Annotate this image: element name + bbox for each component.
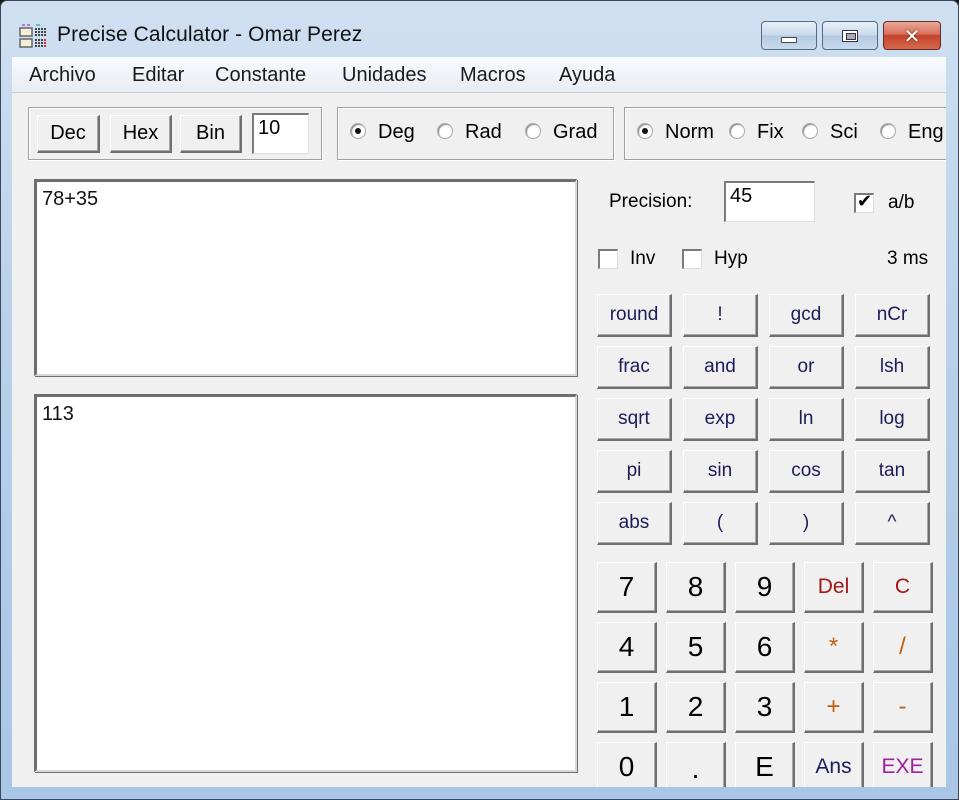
add-button[interactable]: +	[804, 682, 864, 733]
title-bar[interactable]: Precise Calculator - Omar Perez ✕	[1, 1, 958, 57]
expression-input[interactable]: 78+35	[34, 179, 577, 376]
radix-input[interactable]: 10	[252, 113, 309, 154]
exponent-button[interactable]: E	[735, 742, 795, 787]
open-paren-button[interactable]: (	[683, 502, 758, 545]
digit-0-button[interactable]: 0	[597, 742, 657, 787]
dec-button[interactable]: Dec	[37, 115, 100, 153]
checkmark-icon: ✔	[857, 191, 873, 212]
digit-6-button[interactable]: 6	[735, 622, 795, 673]
result-output[interactable]: 113	[34, 394, 577, 772]
tan-button[interactable]: tan	[855, 450, 930, 493]
calculator-app-icon	[19, 24, 46, 48]
round-button[interactable]: round	[597, 294, 672, 337]
multiply-button[interactable]: *	[804, 622, 864, 673]
divide-button[interactable]: /	[873, 622, 933, 673]
minimize-button[interactable]	[761, 21, 817, 50]
rad-label[interactable]: Rad	[465, 121, 502, 144]
grad-radio[interactable]	[525, 123, 541, 139]
digit-8-button[interactable]: 8	[666, 562, 726, 613]
rad-radio[interactable]	[437, 123, 453, 139]
digit-9-button[interactable]: 9	[735, 562, 795, 613]
norm-radio[interactable]	[637, 123, 653, 139]
sqrt-button[interactable]: sqrt	[597, 398, 672, 441]
client-area: Archivo Editar Constante Unidades Macros…	[12, 57, 946, 787]
hex-button[interactable]: Hex	[110, 115, 172, 153]
menu-bar: Archivo Editar Constante Unidades Macros…	[12, 57, 946, 93]
and-button[interactable]: and	[683, 346, 758, 389]
fix-label[interactable]: Fix	[757, 121, 784, 144]
log-button[interactable]: log	[855, 398, 930, 441]
close-button[interactable]: ✕	[883, 21, 941, 50]
menu-editar[interactable]: Editar	[132, 64, 184, 87]
precision-label: Precision:	[609, 191, 693, 212]
abs-button[interactable]: abs	[597, 502, 672, 545]
norm-label[interactable]: Norm	[665, 121, 714, 144]
deg-label[interactable]: Deg	[378, 121, 415, 144]
factorial-button[interactable]: !	[683, 294, 758, 337]
ln-button[interactable]: ln	[769, 398, 844, 441]
sci-radio[interactable]	[802, 123, 818, 139]
eng-radio[interactable]	[880, 123, 896, 139]
ans-button[interactable]: Ans	[804, 742, 864, 787]
bin-button[interactable]: Bin	[180, 115, 242, 153]
clear-button[interactable]: C	[873, 562, 933, 613]
ncr-button[interactable]: nCr	[855, 294, 930, 337]
gcd-button[interactable]: gcd	[769, 294, 844, 337]
app-window: Precise Calculator - Omar Perez ✕ Archiv…	[0, 0, 959, 800]
pi-button[interactable]: pi	[597, 450, 672, 493]
hyp-checkbox[interactable]	[682, 249, 702, 269]
fraction-checkbox[interactable]: ✔	[854, 191, 874, 213]
menu-macros[interactable]: Macros	[460, 64, 526, 87]
menu-unidades[interactable]: Unidades	[342, 64, 427, 87]
timing-label: 3 ms	[887, 248, 929, 269]
digit-5-button[interactable]: 5	[666, 622, 726, 673]
maximize-icon	[842, 29, 858, 42]
sci-label[interactable]: Sci	[830, 121, 858, 144]
subtract-button[interactable]: -	[873, 682, 933, 733]
inv-checkbox[interactable]	[598, 249, 618, 269]
fix-radio[interactable]	[729, 123, 745, 139]
lsh-button[interactable]: lsh	[855, 346, 930, 389]
decimal-point-button[interactable]: .	[666, 742, 726, 787]
digit-1-button[interactable]: 1	[597, 682, 657, 733]
eng-label[interactable]: Eng	[908, 121, 944, 144]
execute-button[interactable]: EXE	[873, 742, 933, 787]
minimize-icon	[781, 36, 797, 43]
cos-button[interactable]: cos	[769, 450, 844, 493]
close-icon: ✕	[903, 23, 921, 48]
menu-ayuda[interactable]: Ayuda	[559, 64, 615, 87]
digit-2-button[interactable]: 2	[666, 682, 726, 733]
hyp-label[interactable]: Hyp	[714, 248, 748, 270]
sin-button[interactable]: sin	[683, 450, 758, 493]
precision-input[interactable]: 45	[724, 181, 815, 222]
digit-7-button[interactable]: 7	[597, 562, 657, 613]
or-button[interactable]: or	[769, 346, 844, 389]
menu-constante[interactable]: Constante	[215, 64, 306, 87]
delete-button[interactable]: Del	[804, 562, 864, 613]
maximize-button[interactable]	[822, 21, 878, 50]
window-title: Precise Calculator - Omar Perez	[57, 23, 363, 46]
digit-3-button[interactable]: 3	[735, 682, 795, 733]
power-button[interactable]: ^	[855, 502, 930, 545]
deg-radio[interactable]	[350, 123, 366, 139]
grad-label[interactable]: Grad	[553, 121, 597, 144]
frac-button[interactable]: frac	[597, 346, 672, 389]
digit-4-button[interactable]: 4	[597, 622, 657, 673]
close-paren-button[interactable]: )	[769, 502, 844, 545]
exp-button[interactable]: exp	[683, 398, 758, 441]
inv-label[interactable]: Inv	[630, 248, 655, 270]
fraction-label[interactable]: a/b	[888, 192, 914, 214]
menu-archivo[interactable]: Archivo	[29, 64, 96, 87]
